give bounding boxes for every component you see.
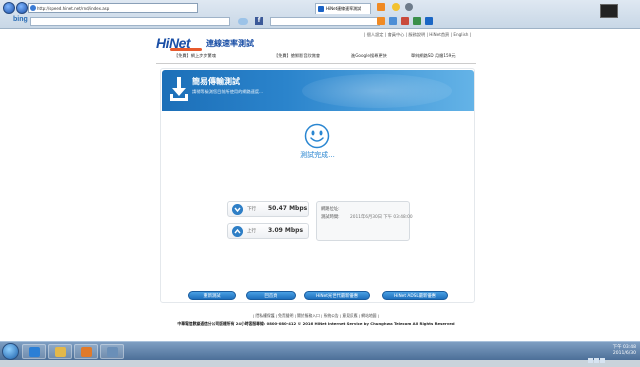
home-icon[interactable] [377, 3, 385, 11]
forward-button[interactable] [16, 2, 28, 14]
web-page: HiNet 連線速率測試 | 個人設定 | 會員中心 | 服務說明 | HiNe… [0, 29, 640, 341]
banner-title: 簡易傳輸測試 [192, 77, 240, 86]
folder-icon [55, 347, 66, 357]
test-status: 測試完成... [300, 151, 335, 159]
ie-icon [29, 347, 40, 357]
download-label: 下行 [247, 207, 256, 212]
home-button[interactable]: 回首頁 [246, 291, 296, 300]
logo-swoosh [170, 48, 202, 51]
facebook-icon[interactable]: f [255, 17, 263, 25]
back-button[interactable] [3, 2, 15, 14]
site-title: 連線速率測試 [206, 39, 254, 48]
promo-link[interactable]: 單純網路SD 月繳159元 [411, 53, 456, 59]
promo-link[interactable]: 【免費】網上步步驚魂 [174, 53, 216, 59]
download-value: 50.47 Mbps [268, 205, 308, 212]
header-divider [156, 63, 476, 64]
clock[interactable]: 下午 03:48 2011/6/30 [613, 345, 636, 357]
taskbar: 下午 03:48 2011/6/30 [0, 341, 640, 363]
taskbar-ie[interactable] [22, 344, 46, 359]
speed-test-panel: 簡易傳輸測試 請稍等檢測您目前所使用的網路速度... 測試完成... 下行 50… [160, 68, 475, 303]
upload-result: 上行 3.09 Mbps [227, 223, 309, 239]
banner-subtitle: 請稍等檢測您目前所使用的網路速度... [192, 89, 263, 94]
promo-link[interactable]: 【免費】搶鮮影音欣賞會 [274, 53, 320, 59]
toolbar-row: bing f [0, 15, 640, 28]
print-icon[interactable] [401, 17, 409, 25]
start-button[interactable] [2, 343, 19, 360]
cloud-icon[interactable] [238, 18, 248, 25]
test-info-box: 網路位址: 測試時間: 2011年6月30日 下午 03:48:00 [316, 201, 413, 241]
promo-link[interactable]: 進Google搜尋更快 [351, 53, 387, 59]
browser-chrome: http://speed.hinet.net/rnd/index.asp HiN… [0, 0, 640, 29]
world-map-decoration [302, 74, 452, 108]
download-result: 下行 50.47 Mbps [227, 201, 309, 217]
arrow-down-icon [232, 204, 243, 215]
toolbar-search-input[interactable] [270, 17, 380, 26]
upload-label: 上行 [247, 229, 256, 234]
site-header: HiNet 連線速率測試 | 個人設定 | 會員中心 | 服務說明 | HiNe… [156, 29, 476, 61]
address-url: http://speed.hinet.net/rnd/index.asp [37, 6, 110, 11]
site-footer: | 隱私權保護 | 免責聲明 | 關於服務入口 | 系統公告 | 意見反應 | … [156, 313, 476, 329]
upload-value: 3.09 Mbps [268, 227, 304, 234]
hinet-promo-button[interactable]: HiNet光世代最新優惠 [304, 291, 370, 300]
address-bar[interactable]: http://speed.hinet.net/rnd/index.asp [28, 3, 198, 13]
time-value: 2011年6月30日 下午 03:48:00 [350, 215, 413, 220]
time-label: 測試時間: [321, 215, 340, 220]
test-banner: 簡易傳輸測試 請稍等檢測您目前所使用的網路速度... [162, 70, 474, 111]
promo-links: 【免費】網上步步驚魂 【免費】搶鮮影音欣賞會 進Google搜尋更快 單純網路S… [156, 53, 476, 62]
taskbar-player[interactable] [74, 344, 98, 359]
taskbar-explorer[interactable] [48, 344, 72, 359]
page-icon[interactable] [413, 17, 421, 25]
bing-search-input[interactable] [30, 17, 230, 26]
clock-date: 2011/6/30 [612, 351, 636, 356]
bing-logo: bing [13, 16, 28, 23]
ie-icon[interactable] [425, 17, 433, 25]
gear-icon[interactable] [405, 3, 413, 11]
taskbar-app[interactable] [100, 344, 124, 359]
footer-copyright: 中華電信數據通信分公司版權所有 24小時客服專線: 0800-080-412 ©… [177, 321, 455, 326]
mail-icon[interactable] [389, 17, 397, 25]
favorites-icon[interactable] [392, 3, 400, 11]
app-icon [107, 347, 118, 357]
rss-icon[interactable] [377, 17, 385, 25]
ip-label: 網路位址: [321, 207, 340, 212]
globe-icon [30, 5, 36, 11]
footer-links[interactable]: | 隱私權保護 | 免責聲明 | 關於服務入口 | 系統公告 | 意見反應 | … [156, 313, 476, 319]
adsl-promo-button[interactable]: HiNet ADSL最新優惠 [382, 291, 448, 300]
top-links[interactable]: | 個人設定 | 會員中心 | 服務說明 | HiNet首頁 | English… [364, 32, 471, 38]
system-tray[interactable] [588, 348, 608, 363]
arrow-up-icon [232, 226, 243, 237]
download-icon [170, 77, 188, 101]
favicon-icon [318, 6, 324, 12]
browser-tab[interactable]: HiNet連線速率測試 [315, 3, 371, 14]
tab-title: HiNet連線速率測試 [326, 6, 362, 11]
smiley-icon [304, 123, 330, 149]
media-player-icon [81, 347, 92, 357]
retest-button[interactable]: 重新測試 [188, 291, 236, 300]
